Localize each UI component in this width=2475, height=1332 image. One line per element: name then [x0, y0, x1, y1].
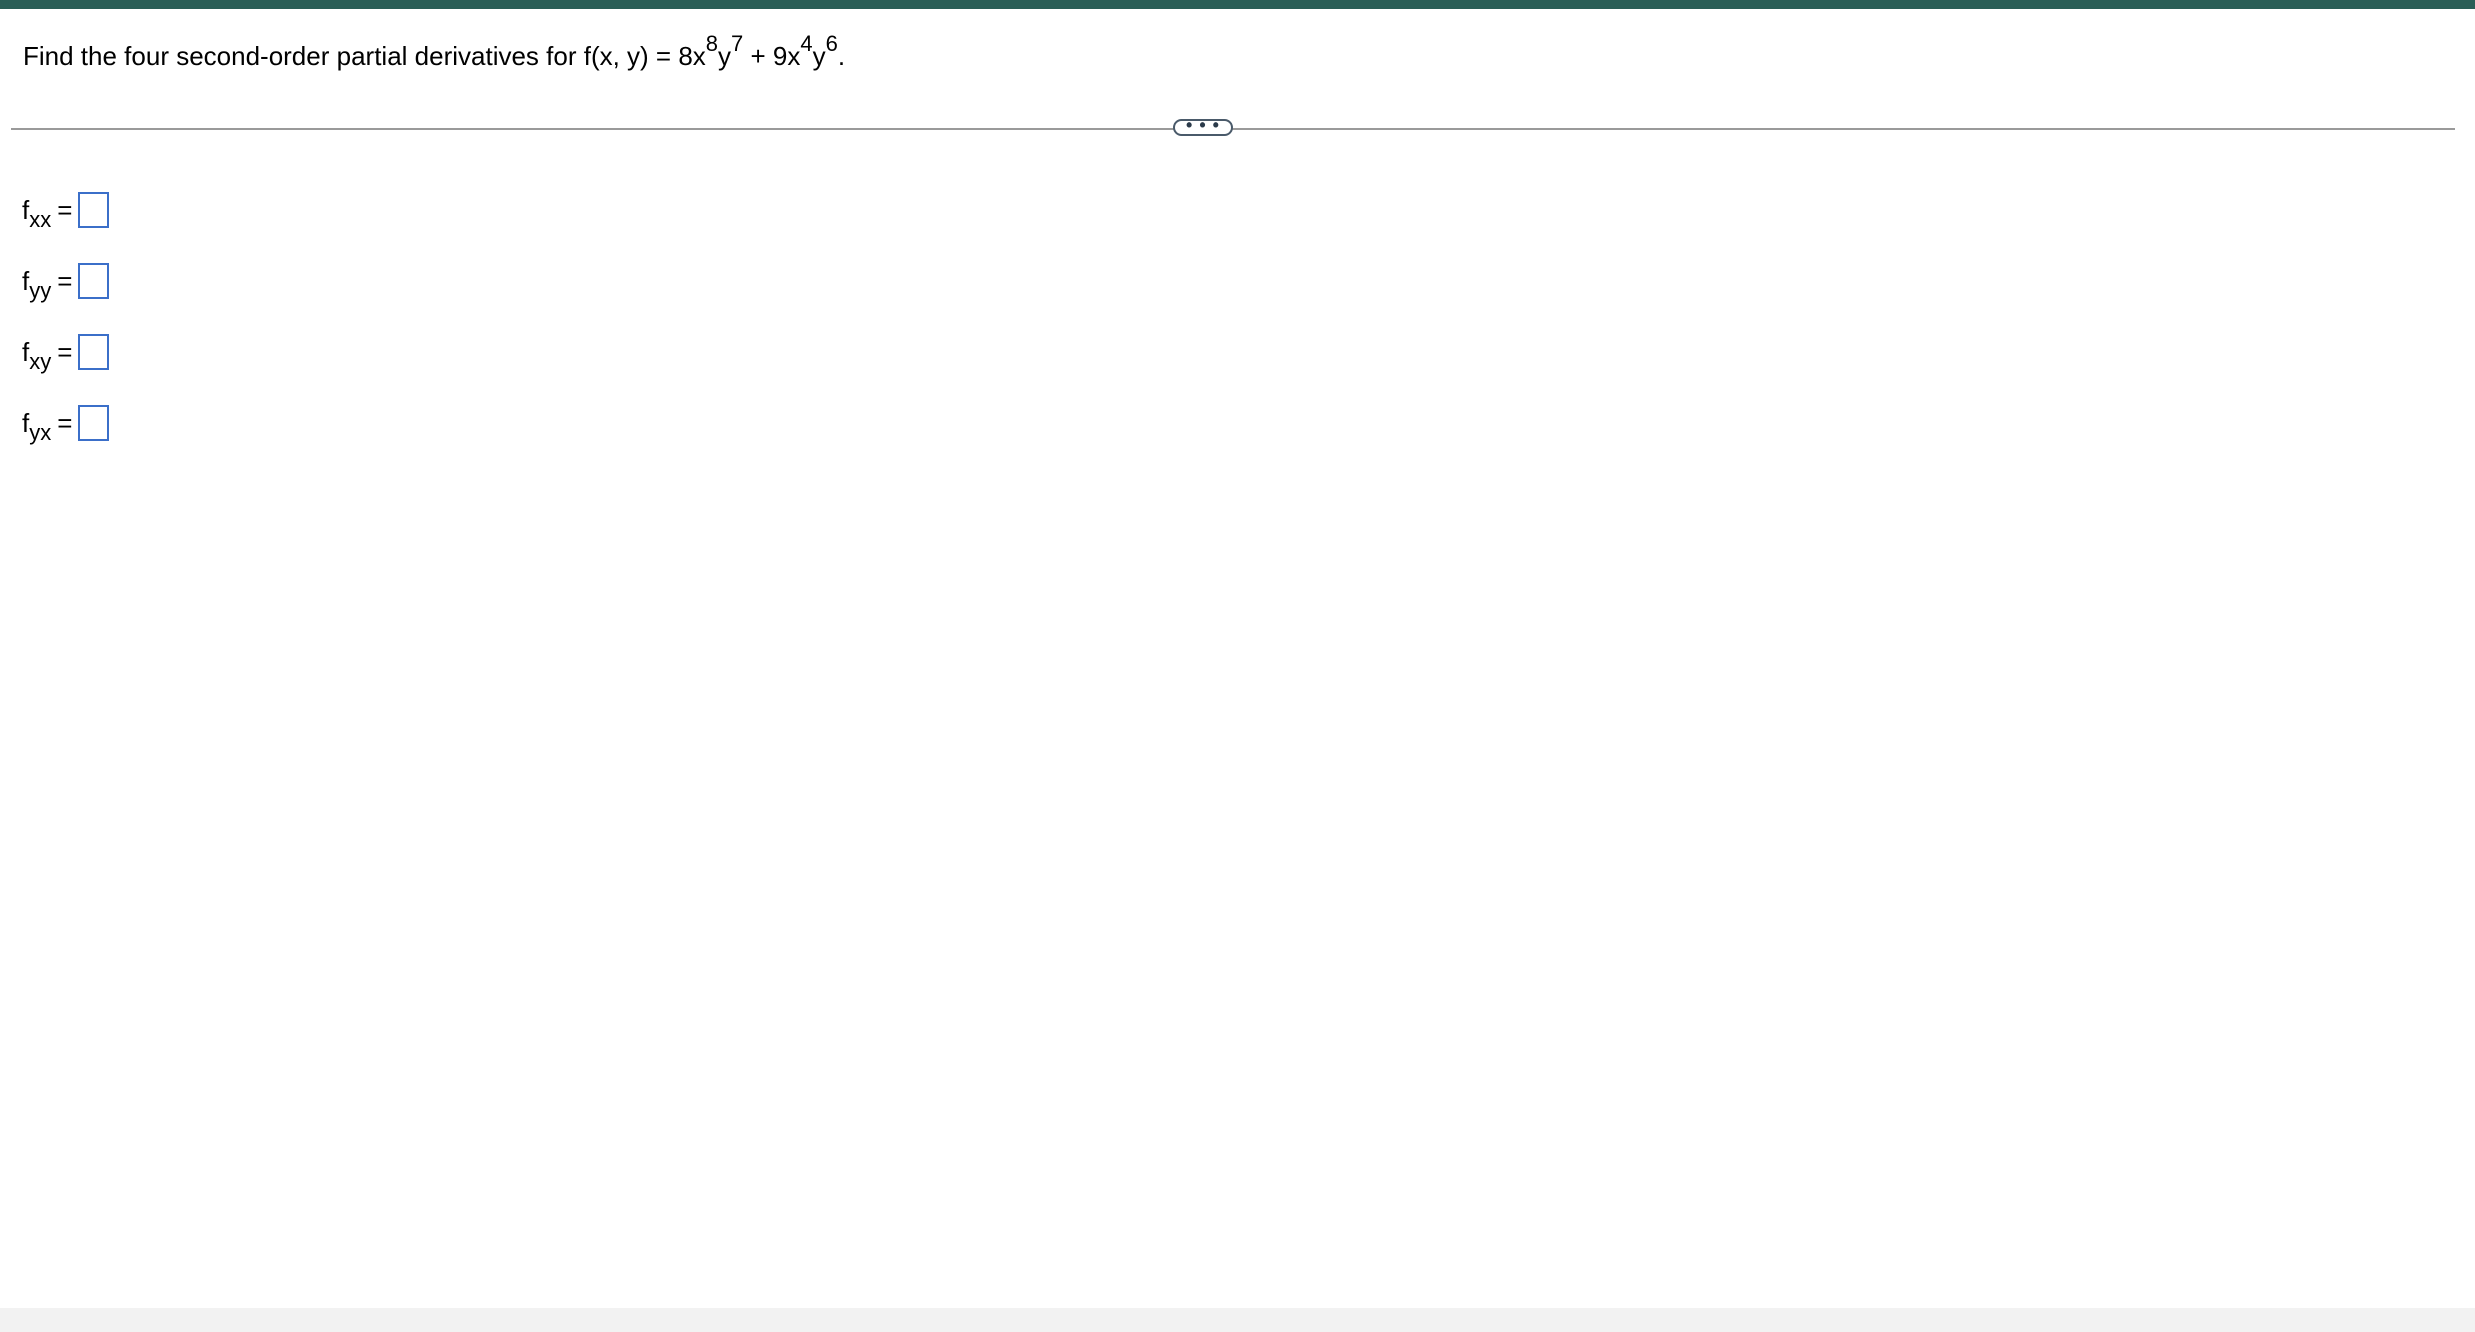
- top-bar: [0, 0, 2475, 9]
- function-symbol: f: [22, 407, 30, 438]
- function-symbol: f: [22, 194, 30, 225]
- fxx-answer-input[interactable]: [78, 192, 110, 228]
- show-more-button[interactable]: • • •: [1173, 114, 1233, 136]
- equals-sign: =: [57, 336, 73, 367]
- question-text: Find the four second-order partial deriv…: [23, 28, 845, 84]
- subscript-yy: yy: [29, 277, 52, 303]
- question-end: .: [837, 41, 846, 71]
- subscript-yx: yx: [29, 419, 52, 445]
- footer-bar: [0, 1308, 2475, 1332]
- question-prefix: Find the four second-order partial deriv…: [23, 41, 706, 71]
- fyx-answer-input[interactable]: [78, 405, 110, 441]
- answer-label-fxx: f xx =: [22, 194, 78, 232]
- exponent-y2: 6: [825, 31, 838, 57]
- answer-label-fxy: f xy =: [22, 336, 78, 374]
- question-y1: y: [718, 41, 732, 71]
- answer-label-fyx: f yx =: [22, 407, 78, 445]
- function-symbol: f: [22, 336, 30, 367]
- question-y2: y: [812, 41, 826, 71]
- exponent-x2: 4: [800, 31, 813, 57]
- exponent-x1: 8: [705, 31, 719, 57]
- question-middle: + 9x: [743, 41, 801, 71]
- answer-row-fxy: f xy =: [22, 332, 110, 374]
- subscript-xy: xy: [29, 348, 52, 374]
- answer-row-fyy: f yy =: [22, 261, 110, 303]
- function-symbol: f: [22, 265, 30, 296]
- answer-row-fyx: f yx =: [22, 403, 110, 445]
- fyy-answer-input[interactable]: [78, 263, 110, 299]
- equals-sign: =: [57, 194, 73, 225]
- answer-row-fxx: f xx =: [22, 190, 110, 232]
- fxy-answer-input[interactable]: [78, 334, 110, 370]
- equals-sign: =: [57, 407, 73, 438]
- subscript-xx: xx: [29, 206, 52, 232]
- divider: [11, 128, 2455, 130]
- ellipsis-icon: • • •: [1186, 114, 1220, 135]
- equals-sign: =: [57, 265, 73, 296]
- answer-label-fyy: f yy =: [22, 265, 78, 303]
- exponent-y1: 7: [731, 31, 744, 57]
